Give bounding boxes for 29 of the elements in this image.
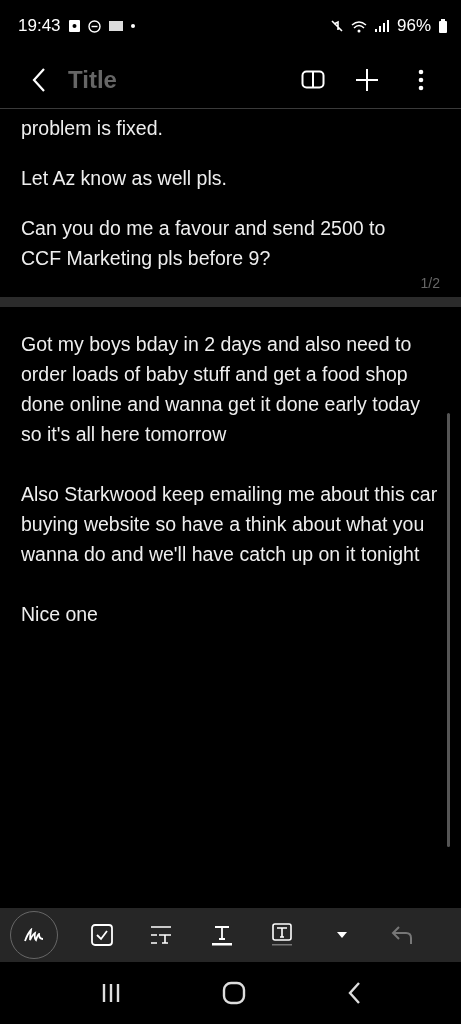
do-not-disturb-icon [87,19,101,33]
mute-icon [330,20,343,32]
wifi-icon [350,19,367,33]
notification-icon [68,20,80,32]
status-time: 19:43 [18,16,61,36]
text-style-icon[interactable] [211,924,233,946]
dot-icon [130,24,135,28]
note-paragraph: Nice one [21,602,99,627]
note-paragraph: problem is fixed. [21,116,164,141]
scrollbar[interactable] [447,413,450,847]
battery-icon [439,19,447,33]
more-icon[interactable] [418,69,424,91]
caret-icon[interactable] [336,931,348,939]
text-box-icon[interactable] [271,923,293,947]
battery-percent: 96% [396,16,431,36]
plus-icon[interactable] [355,68,379,92]
title-field[interactable]: Title [64,66,281,94]
signal-icon [374,20,389,32]
voicemail-icon [108,21,123,31]
back-icon[interactable] [32,67,46,93]
book-icon[interactable] [301,70,325,90]
note-paragraph: Can you do me a favour and send 2500 to CCF Marketing pls before 9? [21,216,387,271]
pen-icon[interactable] [24,928,44,942]
page-number: 1/2 [420,275,440,291]
text-format-icon[interactable] [151,925,173,945]
note-paragraph: Also Starkwood keep emailing me about this car buying website so have a think about what you wanna do and we'll have catch up on it tonight [21,482,439,567]
checkbox-icon[interactable] [91,924,113,946]
note-paragraph: Let Az know as well pls. [21,166,228,191]
note-paragraph: Got my boys bday in 2 days and also need to order loads of baby stuff and get a food shop done online and wanna get it done early today so it's all here tomorrow [21,332,421,447]
